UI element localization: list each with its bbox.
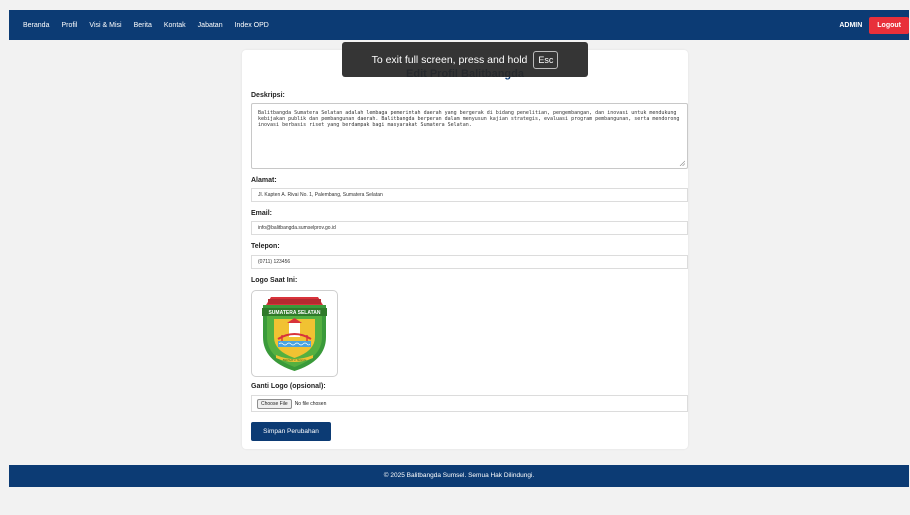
ganti-logo-label: Ganti Logo (opsional):	[251, 383, 326, 390]
nav-link-kontak[interactable]: Kontak	[164, 22, 186, 29]
nav-link-beranda[interactable]: Beranda	[23, 22, 49, 29]
nav-right: ADMIN Logout	[839, 10, 909, 40]
telepon-label: Telepon:	[251, 243, 280, 250]
logo-file-input: Choose File No file chosen	[251, 395, 688, 412]
nav-link-visi-misi[interactable]: Visi & Misi	[89, 22, 121, 29]
edit-profile-card: Edit Profil Balitbangda Deskripsi: Balit…	[242, 50, 688, 449]
fullscreen-exit-toast: To exit full screen, press and hold Esc	[342, 42, 588, 77]
top-navbar: Beranda Profil Visi & Misi Berita Kontak…	[9, 10, 909, 40]
save-button[interactable]: Simpan Perubahan	[251, 422, 331, 441]
emblem-motto-text: BERSATU TEGUH	[283, 358, 307, 362]
alamat-label: Alamat:	[251, 177, 277, 184]
emblem-banner-text: SUMATERA SELATAN	[268, 310, 320, 316]
nav-link-index-opd[interactable]: Index OPD	[235, 22, 269, 29]
footer-text: © 2025 Balitbangda Sumsel. Semua Hak Dil…	[383, 472, 535, 479]
nav-link-profil[interactable]: Profil	[61, 22, 77, 29]
deskripsi-text: Balitbangda Sumatera Selatan adalah lemb…	[258, 110, 680, 128]
email-input[interactable]: info@balitbangda.sumselprov.go.id	[251, 221, 688, 235]
email-label: Email:	[251, 210, 273, 217]
telepon-input[interactable]: (0711) 123456	[251, 255, 688, 269]
no-file-text: No file chosen	[294, 400, 327, 407]
nav-link-jabatan[interactable]: Jabatan	[198, 22, 223, 29]
deskripsi-label: Deskripsi:	[251, 92, 285, 99]
resize-handle-icon[interactable]	[679, 160, 685, 166]
footer: © 2025 Balitbangda Sumsel. Semua Hak Dil…	[9, 465, 909, 487]
esc-key-badge: Esc	[533, 50, 559, 69]
logo-saat-ini-label: Logo Saat Ini:	[251, 277, 298, 284]
admin-label: ADMIN	[839, 21, 863, 29]
current-logo-frame: SUMATERA SELATAN BERSATU TEGUH	[251, 290, 338, 377]
choose-file-button[interactable]: Choose File	[257, 398, 292, 409]
nav-links: Beranda Profil Visi & Misi Berita Kontak…	[23, 22, 281, 29]
nav-link-berita[interactable]: Berita	[134, 22, 152, 29]
deskripsi-textarea[interactable]: Balitbangda Sumatera Selatan adalah lemb…	[251, 103, 688, 169]
alamat-input[interactable]: Jl. Kapten A. Rivai No. 1, Palembang, Su…	[251, 188, 688, 202]
sumsel-emblem-icon: SUMATERA SELATAN BERSATU TEGUH	[262, 297, 327, 371]
fullscreen-toast-text: To exit full screen, press and hold	[371, 53, 528, 66]
logout-button[interactable]: Logout	[869, 16, 909, 34]
